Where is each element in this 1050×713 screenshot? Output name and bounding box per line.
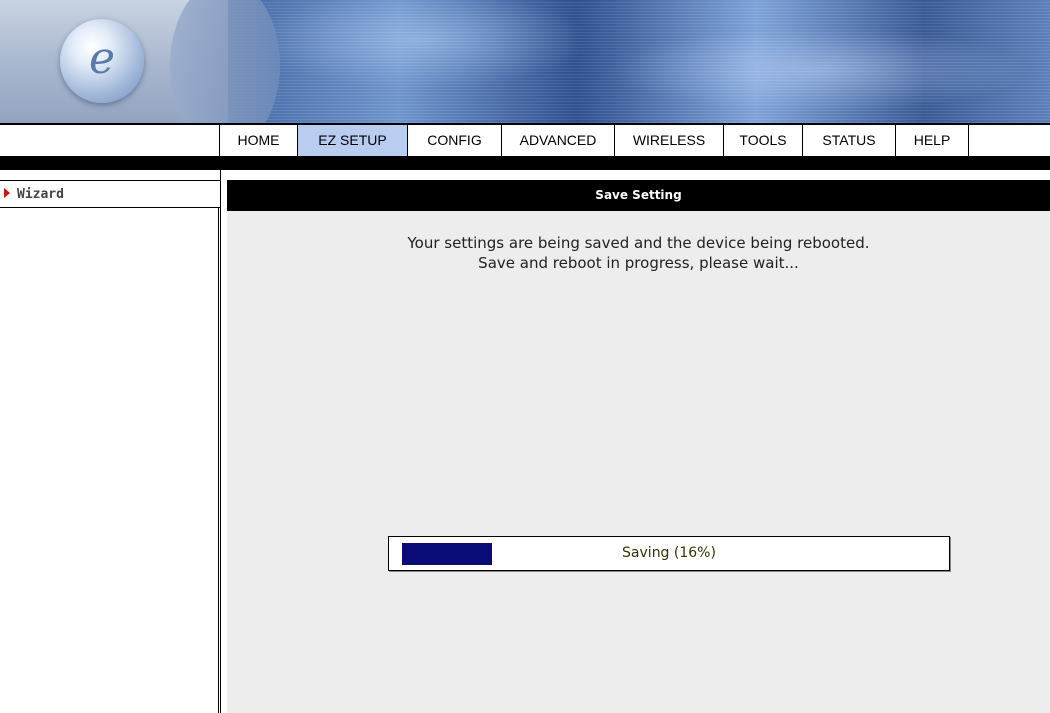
tab-tools[interactable]: TOOLS — [724, 125, 803, 156]
sidebar-divider — [0, 180, 220, 181]
tab-ez-setup[interactable]: EZ SETUP — [298, 125, 408, 156]
status-message: Your settings are being saved and the de… — [227, 233, 1050, 273]
tab-home[interactable]: HOME — [220, 125, 298, 156]
main-top-gap — [227, 170, 1050, 180]
progress-label: Saving (16%) — [622, 545, 716, 561]
sidebar-border — [218, 207, 219, 713]
sidebar: Wizard — [0, 170, 221, 713]
logo-icon: e — [60, 19, 144, 103]
tab-advanced[interactable]: ADVANCED — [502, 125, 615, 156]
header-banner: e — [0, 0, 1050, 150]
tab-wireless[interactable]: WIRELESS — [615, 125, 724, 156]
nav-spacer — [0, 125, 220, 156]
sidebar-item-label: Wizard — [17, 187, 64, 202]
sidebar-item-wizard[interactable]: Wizard — [0, 183, 220, 207]
progress-bar: Saving (16%) — [388, 536, 950, 571]
message-line-1: Your settings are being saved and the de… — [407, 234, 870, 252]
tab-help[interactable]: HELP — [896, 125, 969, 156]
logo-letter: e — [88, 33, 116, 84]
section-title: Save Setting — [227, 180, 1050, 211]
nav-divider — [0, 156, 1050, 170]
message-line-2: Save and reboot in progress, please wait… — [478, 254, 799, 272]
tab-config[interactable]: CONFIG — [408, 125, 502, 156]
sidebar-divider — [0, 207, 220, 208]
tab-status[interactable]: STATUS — [803, 125, 896, 156]
main-nav: HOME EZ SETUP CONFIG ADVANCED WIRELESS T… — [0, 123, 1050, 156]
arrow-right-icon — [4, 188, 10, 198]
